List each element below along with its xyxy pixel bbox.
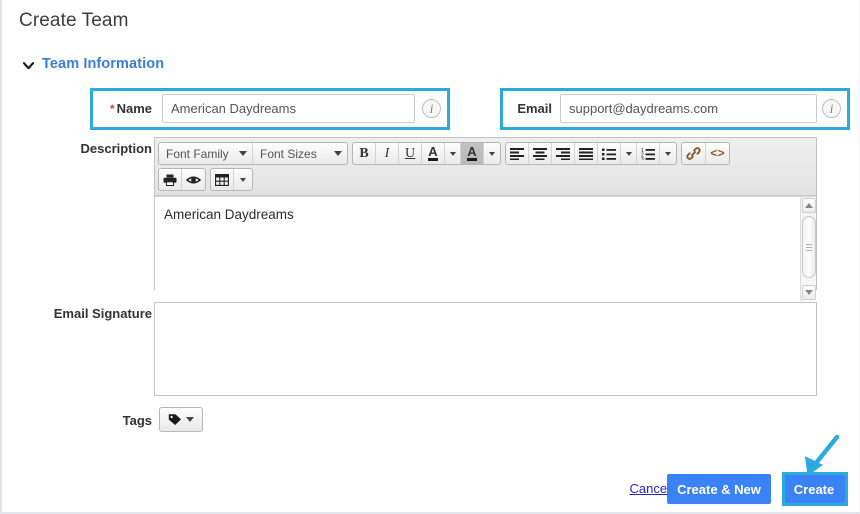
align-right-icon	[556, 147, 570, 160]
bullet-list-button[interactable]	[598, 143, 621, 164]
chevron-down-icon	[334, 151, 342, 156]
tag-icon	[168, 414, 181, 425]
scrollbar-grip	[806, 242, 812, 253]
print-icon	[163, 174, 177, 186]
eye-icon	[186, 176, 201, 183]
preview-button[interactable]	[182, 169, 205, 190]
insert-link-button[interactable]	[682, 143, 706, 164]
background-color-dropdown[interactable]	[484, 143, 500, 164]
email-signature-input[interactable]	[154, 302, 817, 396]
alignment-group: 123	[505, 142, 677, 165]
numbered-list-button[interactable]: 123	[637, 143, 660, 164]
description-editor: Font Family Font Sizes B I U A A 1 2 3 <…	[154, 137, 817, 301]
font-sizes-label: Font Sizes	[260, 146, 317, 161]
font-family-select[interactable]: Font Family	[159, 143, 253, 164]
text-color-dropdown[interactable]	[445, 143, 461, 164]
text-style-group: B I U A A	[352, 142, 501, 165]
create-team-page: Create Team Team Information *Name i Ema…	[0, 0, 860, 514]
editor-toolbar: Font Family Font Sizes B I U A A 1 2 3 <…	[155, 138, 816, 196]
bullet-list-dropdown[interactable]	[621, 143, 637, 164]
bold-button[interactable]: B	[353, 143, 376, 164]
text-color-button[interactable]: A	[422, 143, 445, 164]
email-field-highlight	[500, 88, 850, 130]
scroll-up-arrow-icon[interactable]	[802, 198, 816, 213]
description-editor-body[interactable]: American Daydreams	[155, 196, 816, 301]
underline-button[interactable]: U	[399, 143, 422, 164]
email-signature-label: Email Signature	[53, 306, 152, 321]
chevron-down-icon	[449, 151, 456, 156]
chevron-down-icon	[489, 151, 495, 156]
font-family-label: Font Family	[166, 146, 229, 161]
email-signature-content	[155, 303, 816, 315]
editor-toolbar-row-1: Font Family Font Sizes B I U A A 1 2 3 <…	[158, 141, 814, 167]
cancel-link[interactable]: Cancel	[630, 481, 670, 496]
table-group	[210, 168, 253, 191]
print-preview-group	[158, 168, 206, 191]
chevron-down-icon	[186, 417, 194, 422]
scroll-down-arrow-icon[interactable]	[802, 285, 816, 300]
align-center-button[interactable]	[529, 143, 552, 164]
tags-label: Tags	[122, 413, 152, 428]
align-justify-button[interactable]	[575, 143, 598, 164]
print-button[interactable]	[159, 169, 182, 190]
annotation-arrow-icon	[804, 435, 840, 476]
description-scrollbar[interactable]	[800, 197, 816, 301]
font-select-group: Font Family Font Sizes	[158, 142, 348, 165]
name-field-highlight	[90, 88, 450, 130]
text-color-icon: A	[428, 144, 438, 161]
font-sizes-select[interactable]: Font Sizes	[253, 143, 347, 164]
table-icon	[215, 173, 229, 186]
section-title: Team Information	[42, 56, 165, 72]
bullet-list-icon	[602, 148, 616, 160]
align-center-icon	[533, 147, 547, 160]
align-right-button[interactable]	[552, 143, 575, 164]
page-title: Create Team	[19, 10, 129, 31]
background-color-icon: A	[467, 144, 477, 161]
chevron-down-icon	[665, 151, 671, 156]
align-justify-icon	[579, 147, 593, 160]
link-icon	[686, 147, 701, 160]
svg-text:3: 3	[641, 157, 644, 160]
numbered-list-dropdown[interactable]	[660, 143, 676, 164]
align-left-button[interactable]	[506, 143, 529, 164]
tags-dropdown-button[interactable]	[159, 407, 203, 432]
table-button[interactable]	[211, 169, 234, 190]
align-left-icon	[510, 147, 524, 160]
chevron-down-icon	[239, 151, 247, 156]
description-content: American Daydreams	[164, 207, 294, 222]
italic-button[interactable]: I	[376, 143, 399, 164]
background-color-button[interactable]: A	[461, 143, 484, 164]
table-dropdown[interactable]	[234, 169, 252, 190]
insert-group: <>	[681, 142, 730, 165]
section-header-team-information[interactable]: Team Information	[22, 56, 164, 72]
chevron-down-icon	[240, 177, 246, 182]
chevron-down-icon[interactable]	[22, 59, 35, 72]
numbered-list-icon: 123	[641, 148, 655, 160]
create-and-new-button[interactable]: Create & New	[667, 474, 771, 504]
source-code-button[interactable]: <>	[706, 143, 729, 164]
description-label: Description	[80, 141, 152, 156]
scrollbar-thumb[interactable]	[802, 216, 816, 278]
editor-toolbar-row-2	[158, 167, 814, 193]
chevron-down-icon	[625, 151, 632, 156]
